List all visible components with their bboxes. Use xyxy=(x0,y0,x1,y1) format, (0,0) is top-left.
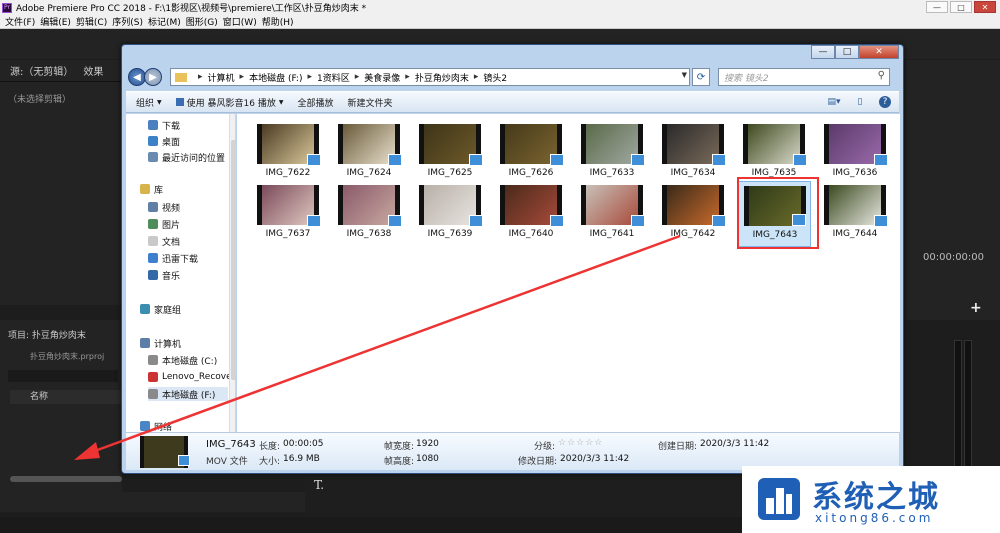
drag-arrow xyxy=(74,234,681,460)
watermark-logo-icon xyxy=(758,478,800,520)
watermark-url: xitong86.com xyxy=(815,511,934,525)
watermark: 系统之城 xitong86.com xyxy=(742,466,1000,533)
arrow-line xyxy=(91,234,681,454)
arrow-head xyxy=(74,442,100,460)
watermark-title: 系统之城 xyxy=(812,480,940,515)
